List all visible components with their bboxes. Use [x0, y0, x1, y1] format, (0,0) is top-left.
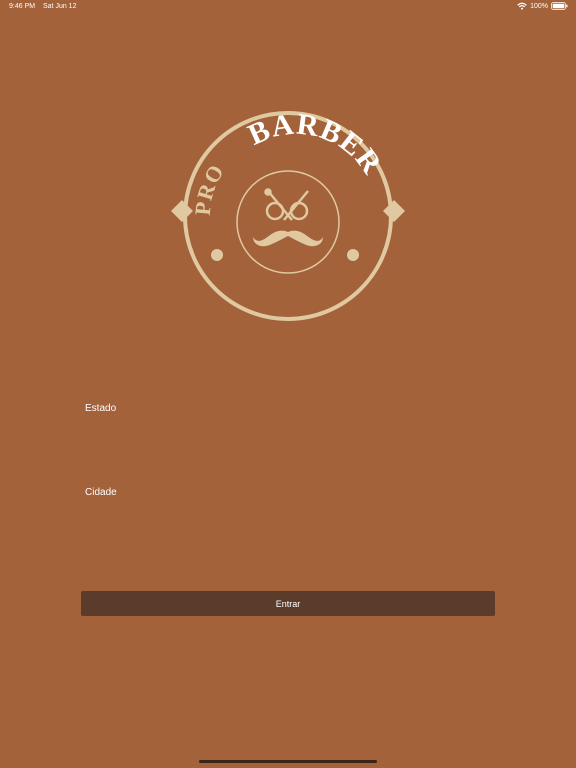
- wifi-icon: [517, 2, 527, 10]
- battery-icon: [551, 2, 568, 10]
- mustache-icon: [253, 230, 323, 247]
- enter-button[interactable]: Entrar: [81, 591, 495, 616]
- home-indicator[interactable]: [199, 760, 377, 763]
- city-input[interactable]: [81, 502, 495, 542]
- logo-text-barber: BARBER: [243, 108, 387, 181]
- svg-text:BARBER: BARBER: [243, 108, 388, 181]
- city-label: Cidade: [85, 487, 117, 498]
- battery-percentage: 100%: [530, 2, 548, 10]
- state-label: Estado: [85, 403, 117, 414]
- status-indicators: 100%: [517, 2, 568, 10]
- scissors-icon: [264, 188, 309, 221]
- status-bar: 9:46 PM Sat Jun 12 100%: [0, 0, 576, 14]
- state-input[interactable]: [81, 418, 495, 458]
- status-date: Sat Jun 12: [43, 3, 77, 10]
- status-time: 9:46 PM: [9, 3, 36, 10]
- probarber-logo: PRO BARBER: [168, 104, 408, 328]
